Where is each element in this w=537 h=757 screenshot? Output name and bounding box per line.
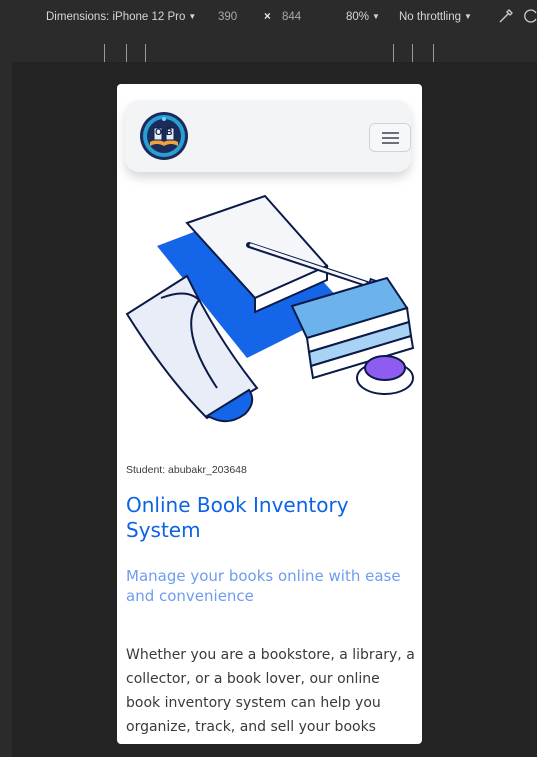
page-subtitle: Manage your books online with ease and c… [126,567,401,605]
menu-toggle-button[interactable] [369,123,411,152]
phone-viewport: OB Student: abubakr_203648 Online Book I… [117,84,422,744]
dimensions-label: Dimensions: iPhone 12 Pro [46,11,186,23]
height-input[interactable]: 844 [282,11,301,23]
zoom-label: 80% [346,11,370,23]
dimensions-dropdown[interactable]: Dimensions: iPhone 12 Pro ▼ [46,11,196,23]
times-separator: × [264,11,271,23]
media-query-ruler [0,36,537,62]
books-illustration [117,188,422,444]
student-label: Student: abubakr_203648 [126,464,247,476]
width-input[interactable]: 390 [218,11,237,23]
ruler-mark [433,44,434,62]
throttling-label: No throttling [399,11,462,23]
dimensions-caret-icon: ▼ [188,12,197,21]
logo[interactable]: OB [139,111,189,161]
intro-paragraph: Whether you are a bookstore, a library, … [126,647,415,744]
ruler-mark [126,44,127,62]
ruler-mark [104,44,105,62]
ruler-mark [412,44,413,62]
zoom-dropdown[interactable]: 80% ▼ [346,11,380,23]
throttling-dropdown[interactable]: No throttling ▼ [399,11,472,23]
devtools-toolbar: Dimensions: iPhone 12 Pro ▼ 390 × 844 80%… [0,0,537,36]
rotate-icon[interactable] [524,8,537,27]
ruler-mark [393,44,394,62]
navbar: OB [125,100,411,172]
eyedropper-icon[interactable] [498,8,514,27]
ruler-mark [145,44,146,62]
page-title: Online Book Inventory System [126,493,349,542]
logo-text: OB [155,127,177,137]
zoom-caret-icon: ▼ [372,12,380,21]
throttling-caret-icon: ▼ [464,12,472,21]
